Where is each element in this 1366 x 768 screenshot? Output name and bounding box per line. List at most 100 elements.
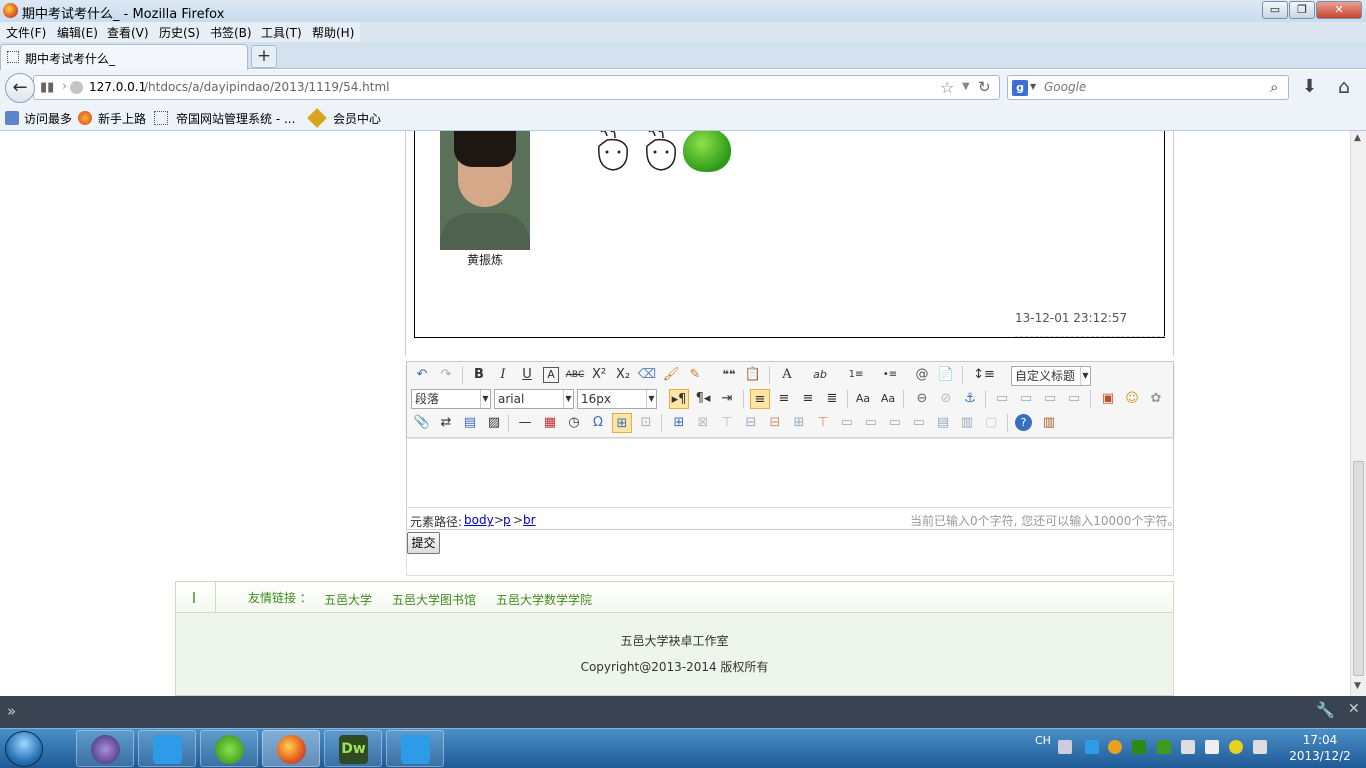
insert-table-icon[interactable]: ⊞	[669, 413, 689, 433]
ordered-list-icon[interactable]: 1≡	[846, 365, 866, 385]
merge-cells-icon[interactable]: ▭	[837, 413, 857, 433]
merge-down-icon[interactable]: ▭	[885, 413, 905, 433]
uppercase-icon[interactable]: Aa	[853, 389, 873, 409]
preview-icon[interactable]: ⊡	[636, 413, 656, 433]
insert-paragraph-icon[interactable]: ⊤	[717, 413, 737, 433]
image-left-icon[interactable]: ▭	[1016, 389, 1036, 409]
unlink-icon[interactable]: ⊘	[936, 389, 956, 409]
font-size-select[interactable]: 16px ▼	[577, 389, 657, 409]
menu-history[interactable]: 历史(S)	[159, 24, 200, 41]
bookmark-empire-cms[interactable]: 帝国网站管理系统 - ...	[176, 110, 295, 127]
download-icon[interactable]: ⬇	[1302, 76, 1317, 97]
insert-col-icon[interactable]: ⊞	[789, 413, 809, 433]
bookmark-most-visited[interactable]: 访问最多	[24, 110, 72, 127]
url-bar[interactable]: ▮▮ › 127.0.0.1 /htdocs/a/dayipindao/2013…	[33, 75, 1000, 100]
friend-link-library[interactable]: 五邑大学图书馆	[392, 591, 476, 608]
scroll-down-icon[interactable]: ▼	[1354, 681, 1361, 691]
wrench-icon[interactable]: 🔧	[1316, 701, 1335, 719]
split-cols-icon[interactable]: ▥	[957, 413, 977, 433]
page-break-icon[interactable]: ⇄	[436, 413, 456, 433]
bold-icon[interactable]: B	[469, 365, 489, 385]
anchor-icon[interactable]: ⚓	[960, 389, 980, 409]
date-icon[interactable]: ▦	[540, 413, 560, 433]
minimize-button[interactable]: ▭	[1262, 1, 1288, 19]
google-icon[interactable]: g	[1012, 80, 1028, 96]
font-border-icon[interactable]: A	[543, 367, 559, 383]
lowercase-icon[interactable]: Aa	[878, 389, 898, 409]
delete-col-icon[interactable]: ⊤	[813, 413, 833, 433]
shield-icon[interactable]	[1132, 740, 1146, 754]
align-right-icon[interactable]: ≡	[798, 389, 818, 409]
italic-icon[interactable]: I	[493, 365, 513, 385]
notes-tray-icon[interactable]	[1085, 740, 1099, 754]
highlight-color-icon[interactable]: ab	[810, 365, 830, 385]
attachment-icon[interactable]: 📎	[412, 413, 432, 433]
friend-link-math[interactable]: 五邑大学数学学院	[496, 591, 592, 608]
editor-content-area[interactable]	[407, 439, 1173, 507]
new-tab-button[interactable]: +	[251, 45, 277, 68]
close-icon[interactable]: ✕	[1348, 701, 1360, 717]
delete-row-icon[interactable]: ⊟	[765, 413, 785, 433]
time-icon[interactable]: ◷	[564, 413, 584, 433]
qq-icon[interactable]	[1108, 740, 1122, 754]
clock-time[interactable]: 17:04	[1290, 733, 1350, 747]
tab-active[interactable]: 期中考试考什么_	[0, 44, 248, 70]
font-color-icon[interactable]: A	[777, 365, 797, 385]
paste-icon[interactable]: ▥	[1039, 413, 1059, 433]
network-card-icon[interactable]	[1157, 740, 1171, 754]
submit-button[interactable]: 提交	[407, 532, 440, 554]
bookmark-getting-started[interactable]: 新手上路	[98, 110, 146, 127]
chevron-right-icon[interactable]: »	[7, 702, 16, 720]
help-icon[interactable]: ?	[1015, 414, 1032, 431]
menu-view[interactable]: 查看(V)	[107, 24, 149, 41]
ltr-direction-icon[interactable]: ▸¶	[669, 389, 689, 409]
format-painter-icon[interactable]: 🖌	[661, 365, 681, 385]
special-char-icon[interactable]: Ω	[588, 413, 608, 433]
menu-help[interactable]: 帮助(H)	[312, 24, 354, 41]
menu-bookmarks[interactable]: 书签(B)	[210, 24, 252, 41]
history-icon[interactable]: ▮▮	[40, 80, 54, 95]
image-right-icon[interactable]: ▭	[1040, 389, 1060, 409]
image-icon[interactable]: ▣	[1098, 389, 1118, 409]
dropdown-arrow-icon[interactable]: ▼	[1030, 82, 1036, 91]
menu-file[interactable]: 文件(F)	[6, 24, 46, 41]
redo-icon[interactable]: ↷	[436, 365, 456, 385]
image-center-icon[interactable]: ▭	[1064, 389, 1084, 409]
task-sync[interactable]	[200, 730, 258, 767]
auto-format-icon[interactable]: ✎	[685, 365, 705, 385]
emoticon-icon[interactable]: ☺	[1122, 389, 1142, 409]
split-cells-icon[interactable]: ▭	[909, 413, 929, 433]
clock-date[interactable]: 2013/12/2	[1280, 749, 1360, 763]
add-icon[interactable]	[1229, 740, 1243, 754]
path-p-link[interactable]: p	[503, 513, 511, 527]
merge-right-icon[interactable]: ▭	[861, 413, 881, 433]
custom-title-select[interactable]: 自定义标题 ▼	[1011, 366, 1091, 386]
search-replace-icon[interactable]: ⊞	[612, 413, 632, 433]
task-firefox[interactable]	[262, 730, 320, 767]
font-family-select[interactable]: arial ▼	[494, 389, 574, 409]
mention-icon[interactable]: @	[912, 365, 932, 385]
search-bar[interactable]: g ▼ Google ⌕	[1007, 75, 1289, 100]
blockquote-icon[interactable]: ❝❝	[719, 365, 739, 385]
split-rows-icon[interactable]: ▤	[933, 413, 953, 433]
task-dreamweaver[interactable]: Dw	[324, 730, 382, 767]
volume-icon[interactable]	[1181, 740, 1195, 754]
reload-icon[interactable]: ↻	[978, 78, 991, 96]
delete-table-icon[interactable]: ⊠	[693, 413, 713, 433]
subscript-icon[interactable]: X₂	[613, 365, 633, 385]
close-window-button[interactable]: ✕	[1316, 1, 1362, 19]
underline-icon[interactable]: U	[517, 365, 537, 385]
superscript-icon[interactable]: X²	[589, 365, 609, 385]
insert-row-icon[interactable]: ⊟	[741, 413, 761, 433]
path-br-link[interactable]: br	[523, 513, 536, 527]
align-center-icon[interactable]: ≡	[774, 389, 794, 409]
paste-text-icon[interactable]: 📋	[743, 365, 763, 385]
maximize-button[interactable]: ❐	[1289, 1, 1315, 19]
rtl-direction-icon[interactable]: ¶◂	[693, 389, 713, 409]
unordered-list-icon[interactable]: •≡	[880, 365, 900, 385]
align-left-icon[interactable]: ≡	[750, 389, 770, 409]
undo-icon[interactable]: ↶	[412, 365, 432, 385]
keyboard-icon[interactable]	[1058, 740, 1072, 754]
strikethrough-icon[interactable]: ABC	[565, 365, 585, 385]
home-icon[interactable]: ⌂	[1338, 76, 1350, 98]
